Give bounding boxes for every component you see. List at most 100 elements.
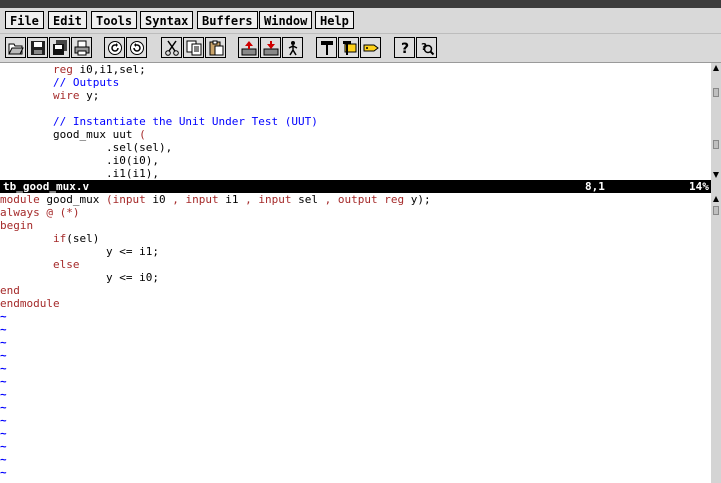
code-line: .i1(i1), — [0, 167, 711, 180]
undo-button[interactable] — [104, 37, 125, 58]
code-line: ~ — [0, 427, 711, 440]
save-session-button[interactable] — [260, 37, 281, 58]
code-token: ~ — [0, 466, 7, 479]
code-line: ~ — [0, 466, 711, 479]
menu-file[interactable]: File — [5, 11, 44, 29]
code-token: y <= i1; — [0, 245, 159, 258]
code-token: end — [0, 284, 20, 297]
load-session-button[interactable] — [238, 37, 259, 58]
code-line: ~ — [0, 401, 711, 414]
code-line: ~ — [0, 388, 711, 401]
code-token: .i1(i1), — [0, 167, 159, 180]
code-token: ~ — [0, 375, 7, 388]
jump-to-tag-button[interactable] — [360, 37, 381, 58]
code-line: ~ — [0, 336, 711, 349]
code-token: , — [172, 193, 179, 206]
menu-buffers[interactable]: Buffers — [197, 11, 258, 29]
status-line: tb_good_mux.v 8,1 14% — [0, 180, 711, 193]
open-button[interactable] — [5, 37, 26, 58]
menu-tools[interactable]: Tools — [91, 11, 138, 29]
scroll-up-arrow-icon-2[interactable] — [713, 196, 719, 202]
copy-button[interactable] — [183, 37, 204, 58]
find-help-button[interactable]: ? — [416, 37, 437, 58]
scrollbar[interactable] — [711, 63, 721, 483]
cut-button[interactable] — [161, 37, 182, 58]
code-token: ~ — [0, 323, 7, 336]
svg-text:?: ? — [400, 41, 408, 56]
code-token: i0,i1,sel; — [72, 63, 146, 76]
scrollbar-thumb-lower[interactable] — [713, 140, 719, 149]
redo-button[interactable] — [126, 37, 147, 58]
code-line: wire y; — [0, 89, 711, 102]
build-tags-button[interactable] — [338, 37, 359, 58]
code-token: good_mux — [39, 193, 106, 206]
scroll-percent: 14% — [689, 180, 709, 193]
code-token: ~ — [0, 388, 7, 401]
code-token: (sel) — [66, 232, 100, 245]
code-token: ( — [105, 193, 113, 206]
code-token: output — [337, 193, 378, 206]
save-icon — [30, 40, 45, 55]
code-line: ~ — [0, 349, 711, 362]
code-token: ~ — [0, 349, 7, 362]
code-token: // Instantiate the Unit Under Test (UUT) — [52, 115, 318, 128]
jump-to-tag-icon — [363, 44, 379, 51]
print-button[interactable] — [71, 37, 92, 58]
code-token: always — [0, 206, 40, 219]
code-line: endmodule — [0, 297, 711, 310]
cut-icon — [164, 40, 179, 56]
scroll-up-arrow-icon[interactable] — [713, 65, 719, 71]
code-token: @ (*) — [46, 206, 80, 219]
code-token: ~ — [0, 401, 7, 414]
menu-syntax[interactable]: Syntax — [140, 11, 194, 29]
code-line: // Outputs — [0, 76, 711, 89]
scrollbar-thumb[interactable] — [713, 88, 719, 97]
editor-pane-bottom[interactable]: module good_mux (input i0 , input i1 , i… — [0, 193, 711, 483]
load-session-icon — [241, 40, 256, 55]
copy-icon — [186, 40, 201, 55]
code-token: i1 — [218, 193, 246, 206]
save-all-icon — [52, 39, 67, 55]
code-line: y <= i0; — [0, 271, 711, 284]
undo-icon — [107, 40, 122, 55]
code-line: ~ — [0, 375, 711, 388]
menu-help[interactable]: Help — [315, 11, 354, 29]
help-button[interactable]: ? — [394, 37, 415, 58]
code-line: module good_mux (input i0 , input i1 , i… — [0, 193, 711, 206]
scrollbar-thumb-2[interactable] — [713, 206, 719, 215]
code-token: input — [258, 193, 292, 206]
code-token: else — [52, 258, 80, 271]
code-line: ~ — [0, 453, 711, 466]
code-token: sel — [291, 193, 325, 206]
scroll-down-arrow-icon[interactable] — [713, 172, 719, 178]
menu-bar: File Edit Tools Syntax Buffers Window He… — [0, 8, 721, 34]
save-all-button[interactable] — [49, 37, 70, 58]
save-session-icon — [263, 40, 278, 55]
save-button[interactable] — [27, 37, 48, 58]
run-script-button[interactable] — [282, 37, 303, 58]
menu-window[interactable]: Window — [259, 11, 313, 29]
code-token: ~ — [0, 427, 7, 440]
help-icon: ? — [400, 41, 408, 56]
editor-pane-top[interactable]: reg i0,i1,sel; // Outputs wire y; // Ins… — [0, 63, 711, 180]
code-line: always @ (*) — [0, 206, 711, 219]
code-line: begin — [0, 219, 711, 232]
code-token: module — [0, 193, 40, 206]
code-line: y <= i1; — [0, 245, 711, 258]
code-token: wire — [52, 89, 80, 102]
make-button[interactable] — [316, 37, 337, 58]
code-token: , — [245, 193, 252, 206]
make-icon — [320, 40, 333, 55]
code-line: ~ — [0, 440, 711, 453]
menu-edit[interactable]: Edit — [48, 11, 87, 29]
code-token: begin — [0, 219, 34, 232]
code-token: ~ — [0, 440, 7, 453]
code-token: input — [112, 193, 146, 206]
paste-button[interactable] — [205, 37, 226, 58]
open-icon — [7, 43, 24, 54]
